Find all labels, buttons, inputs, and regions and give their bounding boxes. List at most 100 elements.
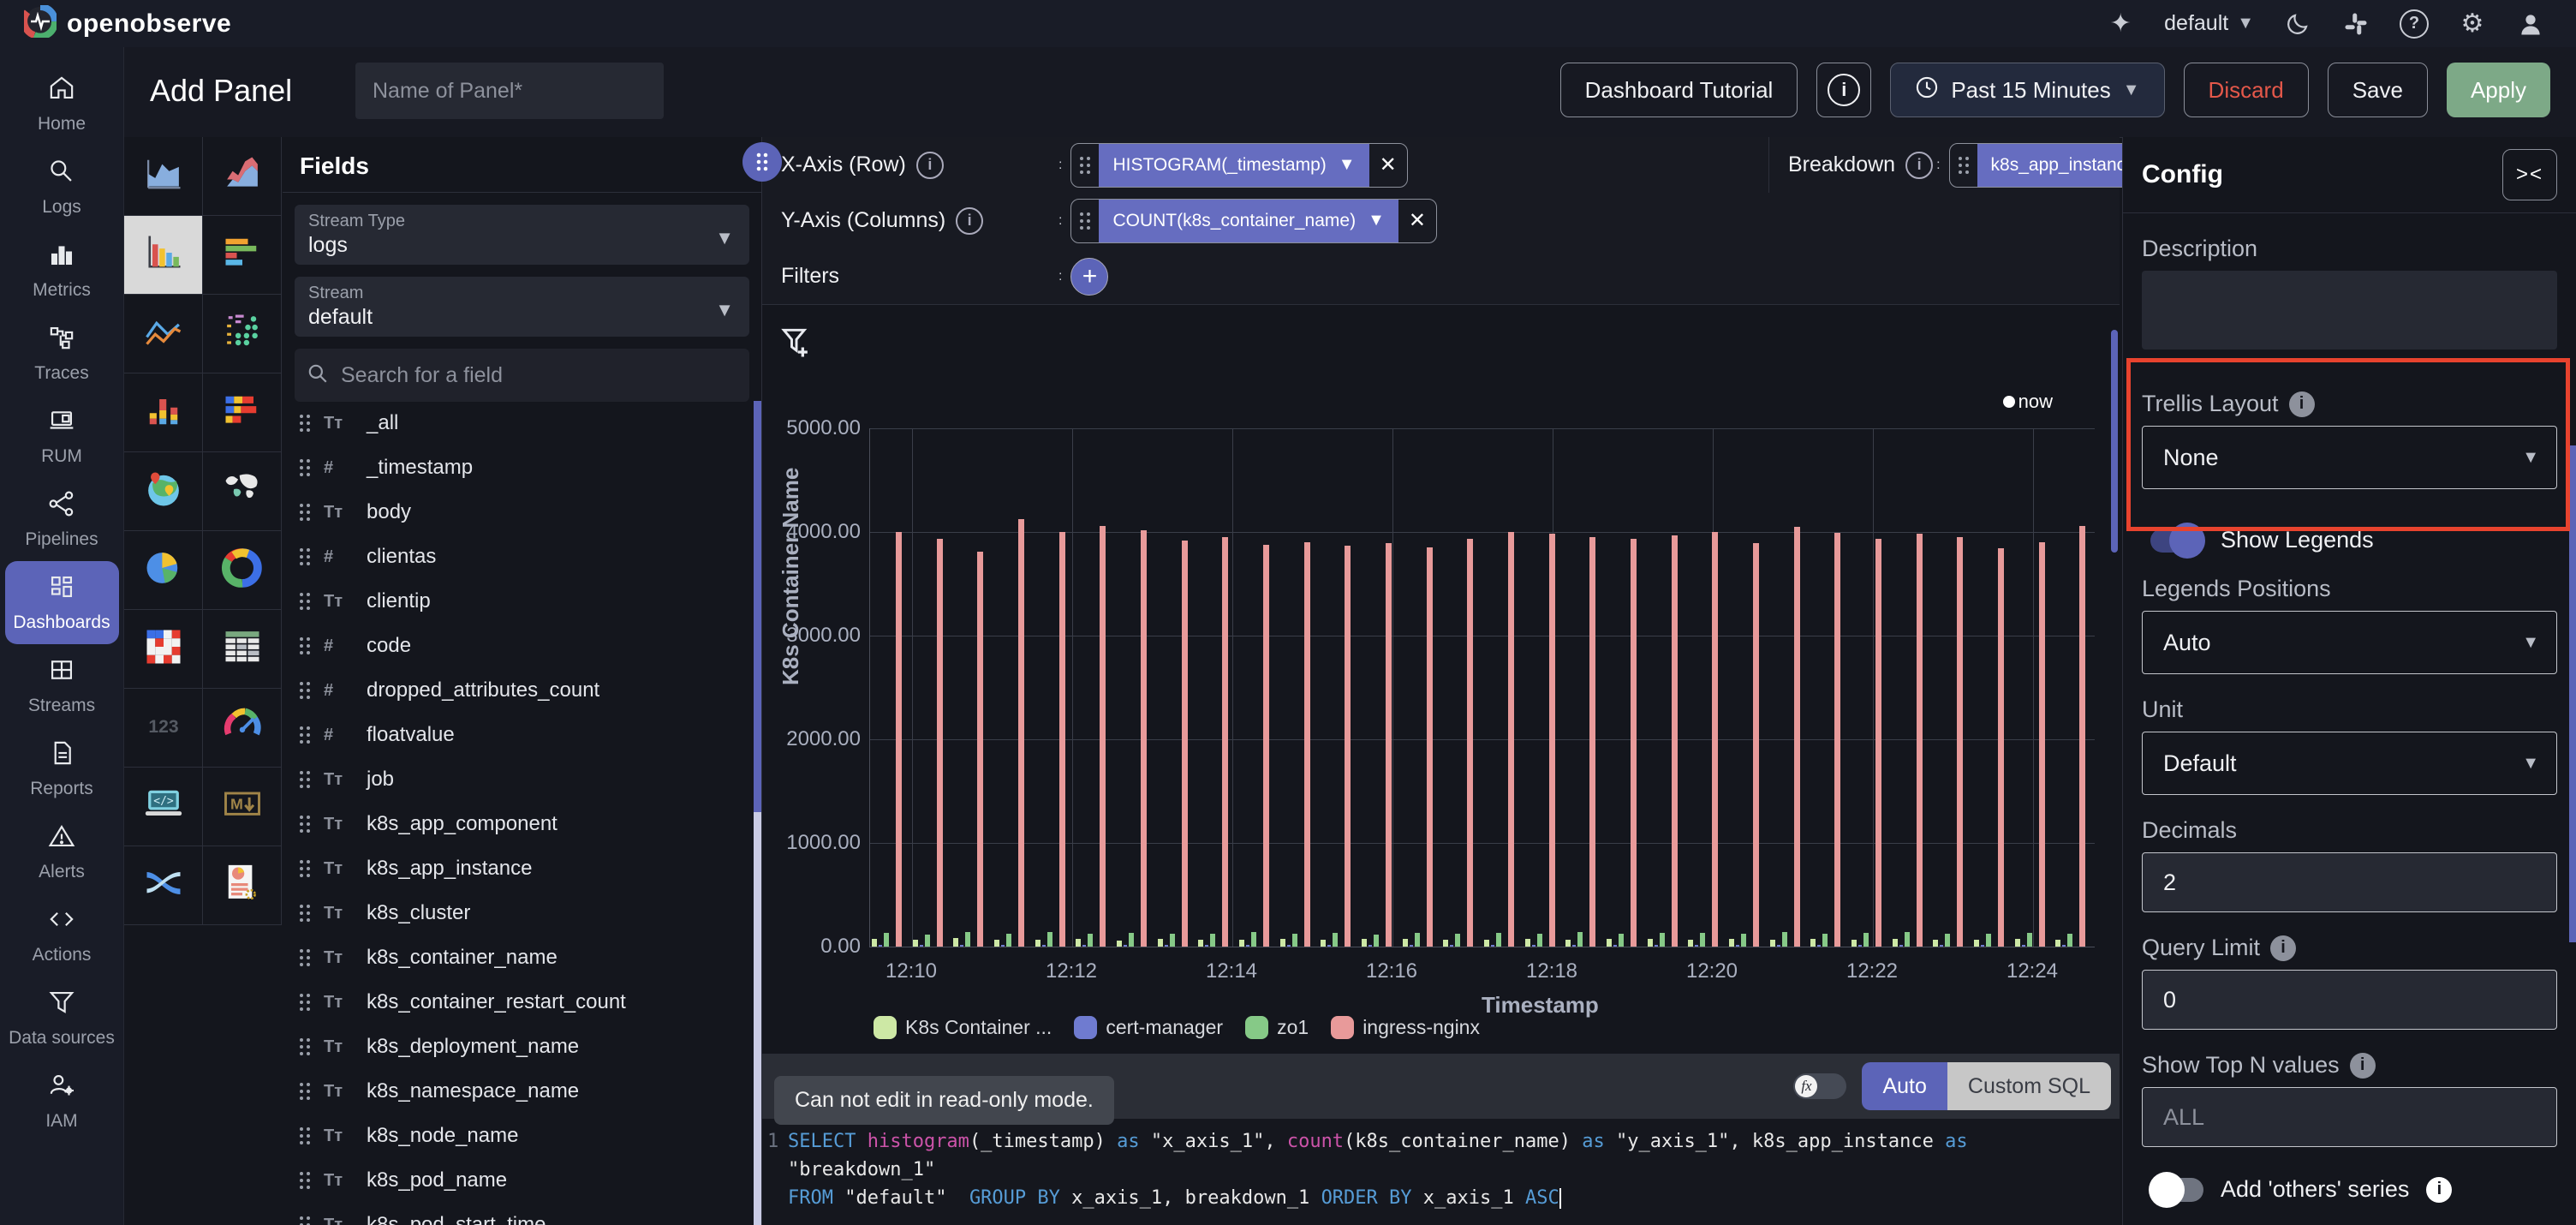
chart-type-bar[interactable] xyxy=(124,216,203,295)
chart-type-donut[interactable] xyxy=(203,531,282,610)
field-item[interactable]: # dropped_attributes_count xyxy=(283,668,750,713)
chart-type-custom-chart[interactable] xyxy=(203,846,282,925)
unit-select[interactable]: Default ▼ xyxy=(2142,732,2557,795)
decimals-input[interactable]: 2 xyxy=(2142,852,2557,912)
line-number: 1 xyxy=(767,1127,778,1156)
sidebar-item-actions[interactable]: Actions xyxy=(5,893,119,977)
chart-type-pie[interactable] xyxy=(124,531,203,610)
slack-icon[interactable] xyxy=(2341,9,2370,39)
sidebar-item-iam[interactable]: IAM xyxy=(5,1060,119,1143)
field-item[interactable]: Tᴛ k8s_container_name xyxy=(283,935,750,980)
legend-item[interactable]: ingress-nginx xyxy=(1331,1016,1480,1039)
config-scrollbar[interactable] xyxy=(2569,445,2576,942)
field-item[interactable]: Tᴛ k8s_app_instance xyxy=(283,846,750,891)
user-avatar-icon[interactable] xyxy=(2516,9,2545,39)
sidebar-item-rum[interactable]: RUM xyxy=(5,395,119,478)
stream-type-select[interactable]: Stream Type logs ▼ xyxy=(295,205,749,265)
legend-item[interactable]: zo1 xyxy=(1245,1016,1309,1039)
auto-mode-button[interactable]: Auto xyxy=(1862,1062,1947,1110)
show-legends-toggle[interactable] xyxy=(2150,529,2203,553)
chart-type-bar-stacked[interactable] xyxy=(124,373,203,452)
description-textarea[interactable] xyxy=(2142,271,2557,350)
field-list-scrollbar[interactable] xyxy=(754,401,761,1225)
discard-button[interactable]: Discard xyxy=(2184,63,2309,117)
field-item[interactable]: Tᴛ k8s_pod_start_time xyxy=(283,1203,750,1225)
stream-select[interactable]: Stream default ▼ xyxy=(295,277,749,337)
panel-info-button[interactable]: i xyxy=(1816,63,1871,117)
sidebar-item-streams[interactable]: Streams xyxy=(5,644,119,727)
trellis-layout-select[interactable]: None ▼ xyxy=(2142,426,2557,489)
query-limit-input[interactable]: 0 xyxy=(2142,970,2557,1030)
add-filter-button[interactable]: + xyxy=(1070,258,1108,296)
chart-type-sankey[interactable] xyxy=(124,846,203,925)
field-item[interactable]: # _timestamp xyxy=(283,445,750,490)
field-item[interactable]: Tᴛ k8s_node_name xyxy=(283,1114,750,1158)
chart-type-table[interactable] xyxy=(203,610,282,689)
field-item[interactable]: Tᴛ clientip xyxy=(283,579,750,624)
chart-type-maps[interactable] xyxy=(203,452,282,531)
sidebar-item-home[interactable]: Home xyxy=(5,63,119,146)
sidebar-item-data-sources[interactable]: Data sources xyxy=(5,977,119,1060)
field-item[interactable]: Tᴛ k8s_pod_name xyxy=(283,1158,750,1203)
legends-positions-select[interactable]: Auto ▼ xyxy=(2142,611,2557,674)
legend-item[interactable]: cert-manager xyxy=(1074,1016,1223,1039)
dashboard-tutorial-button[interactable]: Dashboard Tutorial xyxy=(1560,63,1798,117)
org-selector[interactable]: default ▼ xyxy=(2164,11,2254,36)
chart-type-line[interactable] xyxy=(124,295,203,373)
y-axis-chip[interactable]: COUNT(k8s_container_name)▼ ✕ xyxy=(1070,199,1437,243)
sidebar-item-pipelines[interactable]: Pipelines xyxy=(5,478,119,561)
brand[interactable]: openobserve xyxy=(24,5,231,42)
sidebar-item-logs[interactable]: Logs xyxy=(5,146,119,229)
chart-type-html[interactable]: </> xyxy=(124,768,203,846)
panel-name-input[interactable] xyxy=(355,63,664,119)
field-item[interactable]: # code xyxy=(283,624,750,668)
sidebar-item-dashboards[interactable]: Dashboards xyxy=(5,561,119,644)
chart-type-metric-text[interactable]: 123 xyxy=(124,689,203,768)
collapse-config-button[interactable]: >< xyxy=(2502,149,2557,200)
help-icon[interactable]: ? xyxy=(2400,9,2429,39)
field-item[interactable]: Tᴛ k8s_namespace_name xyxy=(283,1069,750,1114)
field-item[interactable]: # clientas xyxy=(283,535,750,579)
sparkle-icon[interactable]: ✦ xyxy=(2106,9,2135,39)
sidebar-item-traces[interactable]: Traces xyxy=(5,312,119,395)
field-item[interactable]: Tᴛ k8s_app_component xyxy=(283,802,750,846)
chart-type-markdown[interactable]: M xyxy=(203,768,282,846)
field-item[interactable]: Tᴛ k8s_cluster xyxy=(283,891,750,935)
histogram-chart[interactable] xyxy=(869,428,2095,947)
sidebar-item-alerts[interactable]: Alerts xyxy=(5,810,119,893)
field-item[interactable]: # floatvalue xyxy=(283,713,750,757)
chart-type-bar-horizontal[interactable] xyxy=(203,216,282,295)
filter-add-icon[interactable] xyxy=(778,324,815,366)
chart-type-area[interactable] xyxy=(124,137,203,216)
chart-type-gauge[interactable] xyxy=(203,689,282,768)
save-button[interactable]: Save xyxy=(2328,63,2428,117)
dark-mode-moon-icon[interactable] xyxy=(2283,9,2312,39)
time-range-button[interactable]: Past 15 Minutes ▼ xyxy=(1890,63,2164,117)
field-item[interactable]: Tᴛ body xyxy=(283,490,750,535)
custom-sql-mode-button[interactable]: Custom SQL xyxy=(1947,1062,2111,1110)
main-scrollbar[interactable] xyxy=(2111,330,2118,553)
chart-type-geomap[interactable] xyxy=(124,452,203,531)
field-item[interactable]: Tᴛ job xyxy=(283,757,750,802)
drag-handle-icon[interactable] xyxy=(742,142,782,182)
remove-x-axis-icon[interactable]: ✕ xyxy=(1369,144,1407,187)
gear-icon[interactable]: ⚙ xyxy=(2458,9,2487,39)
sidebar-item-reports[interactable]: Reports xyxy=(5,727,119,810)
field-search-input[interactable] xyxy=(339,362,737,389)
chart-type-scatter[interactable] xyxy=(203,295,282,373)
vrl-function-toggle[interactable]: fx xyxy=(1793,1073,1846,1099)
chart-type-bar-h-stacked[interactable] xyxy=(203,373,282,452)
field-item[interactable]: Tᴛ k8s_deployment_name xyxy=(283,1025,750,1069)
chart-type-heatmap[interactable] xyxy=(124,610,203,689)
apply-button[interactable]: Apply xyxy=(2447,63,2550,117)
sidebar-item-metrics[interactable]: Metrics xyxy=(5,229,119,312)
field-item[interactable]: Tᴛ k8s_container_restart_count xyxy=(283,980,750,1025)
legend-item[interactable]: K8s Container ... xyxy=(874,1016,1052,1039)
add-others-series-toggle[interactable] xyxy=(2150,1178,2203,1202)
x-axis-chip[interactable]: HISTOGRAM(_timestamp)▼ ✕ xyxy=(1070,143,1407,188)
remove-y-axis-icon[interactable]: ✕ xyxy=(1398,200,1436,242)
chart-type-area-stacked[interactable] xyxy=(203,137,282,216)
field-item[interactable]: Tᴛ _all xyxy=(283,401,750,445)
top-n-input[interactable]: ALL xyxy=(2142,1087,2557,1147)
sql-editor[interactable]: 1 SELECT histogram(_timestamp) as "x_axi… xyxy=(762,1119,2120,1225)
